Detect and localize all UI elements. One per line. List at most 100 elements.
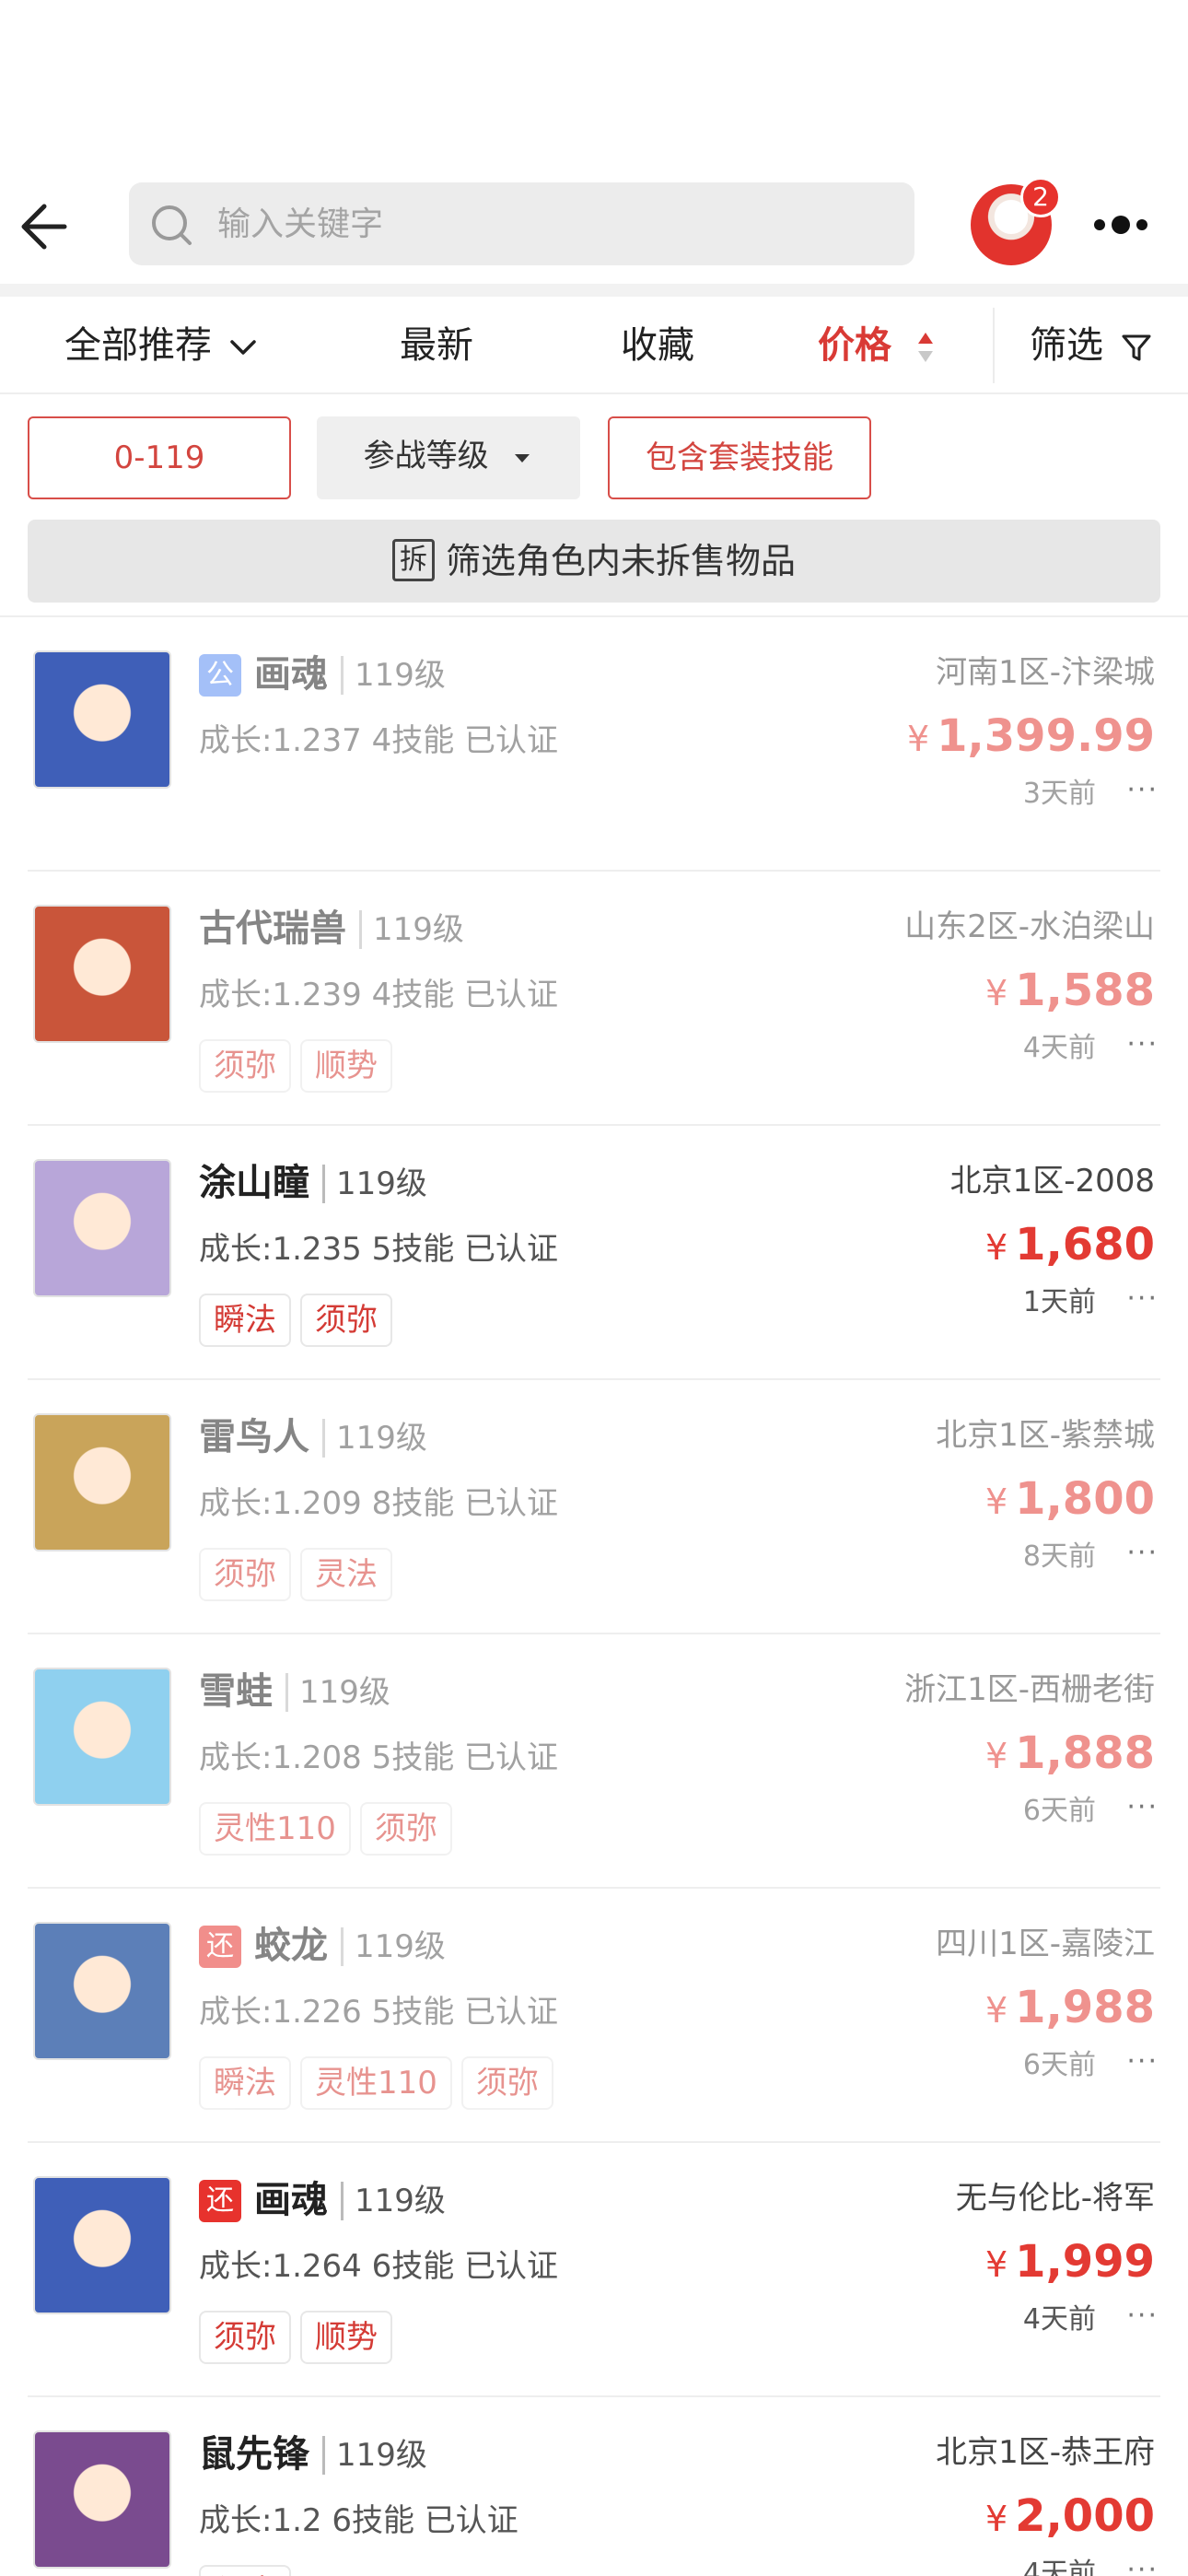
- caret-down-icon: [515, 453, 530, 463]
- currency-symbol: ¥: [984, 1481, 1008, 1522]
- pet-avatar: [33, 2176, 171, 2314]
- suit-skill-chip[interactable]: 包含套装技能: [608, 416, 871, 499]
- skill-tags: 须弥 顺势: [199, 2311, 402, 2366]
- tab-newest[interactable]: 最新: [400, 297, 473, 394]
- listed-time: 4天前: [1022, 2303, 1096, 2336]
- skill-tag: 须弥: [199, 2565, 291, 2576]
- server-name: 四川1区-嘉陵江: [936, 1926, 1155, 1962]
- more-dots-icon[interactable]: ···: [1126, 2298, 1159, 2335]
- more-dots-icon[interactable]: ···: [1126, 2552, 1159, 2576]
- type-badge: 还: [199, 2180, 241, 2222]
- search-bar[interactable]: [129, 182, 914, 265]
- price: ¥1,988: [985, 1977, 1155, 2041]
- more-dots-icon[interactable]: ···: [1126, 1789, 1159, 1826]
- tab-all-recommended[interactable]: 全部推荐: [64, 297, 259, 394]
- pet-growth: 成长:1.209 8技能 已认证: [199, 1485, 559, 1522]
- level-range-chip[interactable]: 0-119: [28, 416, 291, 499]
- price-value: 1,680: [1015, 1219, 1155, 1270]
- list-item[interactable]: 雪蛙 119级 成长:1.208 5技能 已认证 灵性110 须弥 浙江1区-西栅老街 ¥1…: [0, 1634, 1188, 1889]
- pet-name: 蛟龙: [254, 1925, 328, 1967]
- pet-level: 119级: [341, 2182, 446, 2220]
- skill-tag: 须弥: [300, 1294, 392, 1347]
- list-item[interactable]: 还画魂 119级 成长:1.264 6技能 已认证 须弥 顺势 无与伦比-将军 ¥1,999…: [0, 2143, 1188, 2397]
- list-item[interactable]: 鼠先锋 119级成长:1.2 6技能 已认证须弥 北京1区-恭王府 ¥2,000 4天前…: [0, 2397, 1188, 2576]
- notification-badge: 2: [1020, 177, 1061, 217]
- price-value: 1,800: [1015, 1473, 1155, 1525]
- skill-tag: 顺势: [300, 1039, 392, 1093]
- more-dots-icon[interactable]: ···: [1126, 1026, 1159, 1063]
- search-input[interactable]: [217, 182, 880, 265]
- pet-name: 涂山瞳: [199, 1162, 309, 1204]
- listed-time: 6天前: [1022, 2049, 1096, 2081]
- currency-symbol: ¥: [984, 973, 1008, 1013]
- more-dots-icon[interactable]: ···: [1126, 1535, 1159, 1572]
- more-dots-icon[interactable]: ···: [1126, 1281, 1159, 1317]
- skill-tags: 须弥: [199, 2565, 300, 2576]
- dismantle-filter-button[interactable]: 拆筛选角色内未拆售物品: [28, 520, 1160, 603]
- combat-level-label: 参战等级: [363, 438, 489, 474]
- sort-tabs: 全部推荐 最新 收藏 价格 筛选: [0, 297, 1188, 394]
- list-item[interactable]: 雷鸟人 119级 成长:1.209 8技能 已认证 须弥 灵法 北京1区-紫禁城 ¥1,80…: [0, 1380, 1188, 1634]
- list-item[interactable]: 公画魂 119级 成长:1.237 4技能 已认证 河南1区-汴梁城 ¥1,399.99…: [0, 617, 1188, 872]
- more-dots-icon[interactable]: ···: [1126, 772, 1159, 809]
- user-avatar[interactable]: 2: [971, 177, 1061, 265]
- pet-name: 雪蛙: [199, 1670, 273, 1713]
- skill-tags: 瞬法 须弥: [199, 1294, 402, 1349]
- pet-growth: 成长:1.264 6技能 已认证: [199, 2248, 559, 2285]
- server-name: 北京1区-2008: [949, 1163, 1155, 1200]
- pet-growth: 成长:1.235 5技能 已认证: [199, 1231, 559, 1268]
- pet-level: 119级: [359, 910, 464, 949]
- pet-growth: 成长:1.208 5技能 已认证: [199, 1739, 559, 1776]
- top-bar: 2: [0, 175, 1188, 284]
- pet-name: 画魂: [254, 653, 328, 696]
- pet-avatar: [33, 2430, 171, 2569]
- combat-level-dropdown[interactable]: 参战等级: [317, 416, 580, 499]
- price: ¥1,588: [985, 960, 1155, 1024]
- server-name: 北京1区-紫禁城: [936, 1417, 1155, 1454]
- back-arrow-icon[interactable]: [17, 197, 76, 256]
- listed-time: 4天前: [1022, 2558, 1096, 2576]
- skill-tag: 须弥: [199, 1548, 291, 1601]
- skill-tag: 灵法: [300, 1548, 392, 1601]
- dismantle-icon: 拆: [391, 538, 435, 581]
- skill-tag: 灵性110: [300, 2056, 452, 2110]
- server-name: 北京1区-恭王府: [936, 2434, 1155, 2471]
- price-value: 2,000: [1015, 2490, 1155, 2542]
- server-name: 浙江1区-西栅老街: [904, 1671, 1155, 1708]
- pet-avatar: [33, 1413, 171, 1551]
- pet-growth: 成长:1.226 5技能 已认证: [199, 1994, 559, 2031]
- list-item[interactable]: 还蛟龙 119级 成长:1.226 5技能 已认证 瞬法 灵性110 须弥 四川1区-嘉陵江…: [0, 1889, 1188, 2143]
- tab-all-label: 全部推荐: [64, 324, 212, 367]
- skill-tags: 灵性110 须弥: [199, 1802, 461, 1857]
- list-item[interactable]: 古代瑞兽 119级 成长:1.239 4技能 已认证 须弥 顺势 山东2区-水泊梁山 ¥1,…: [0, 872, 1188, 1126]
- listed-time: 6天前: [1022, 1795, 1096, 1827]
- skill-tags: 须弥 顺势: [199, 1039, 402, 1095]
- skill-tags: 瞬法 灵性110 须弥: [199, 2056, 563, 2112]
- currency-symbol: ¥: [984, 2244, 1008, 2285]
- pet-level: 119级: [341, 656, 446, 695]
- pet-avatar: [33, 1668, 171, 1806]
- chevron-down-icon: [229, 340, 256, 355]
- pet-growth: 成长:1.239 4技能 已认证: [199, 977, 559, 1013]
- pet-level: 119级: [341, 1927, 446, 1966]
- tab-favorites[interactable]: 收藏: [621, 297, 694, 394]
- pet-avatar: [33, 1922, 171, 2060]
- price-value: 1,999: [1015, 2236, 1155, 2288]
- currency-symbol: ¥: [984, 1990, 1008, 2031]
- price: ¥1,999: [985, 2231, 1155, 2295]
- price-value: 1,399: [937, 710, 1077, 762]
- skill-tag: 顺势: [300, 2311, 392, 2364]
- skill-tag: 瞬法: [199, 1294, 291, 1347]
- more-options-icon[interactable]: [1094, 212, 1149, 238]
- tab-price[interactable]: 价格: [818, 297, 938, 394]
- listed-time: 3天前: [1022, 778, 1096, 810]
- pet-name: 画魂: [254, 2179, 328, 2221]
- more-dots-icon[interactable]: ···: [1126, 2043, 1159, 2080]
- list-item[interactable]: 涂山瞳 119级 成长:1.235 5技能 已认证 瞬法 须弥 北京1区-2008 ¥1,6…: [0, 1126, 1188, 1380]
- skill-tag: 须弥: [359, 1802, 452, 1856]
- price: ¥2,000: [985, 2486, 1155, 2549]
- tab-divider: [993, 308, 995, 383]
- tab-filter[interactable]: 筛选: [1030, 297, 1152, 394]
- pet-avatar: [33, 650, 171, 789]
- price: ¥1,800: [985, 1469, 1155, 1532]
